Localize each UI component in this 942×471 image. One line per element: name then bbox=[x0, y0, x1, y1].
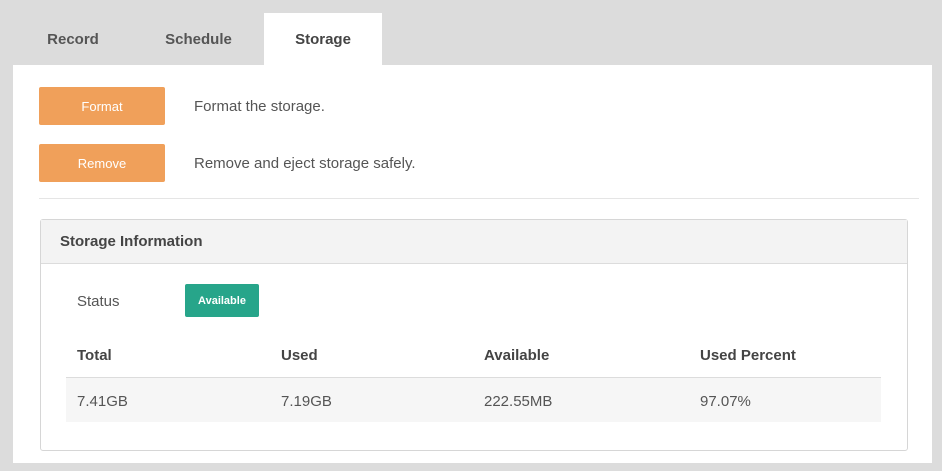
cell-used: 7.19GB bbox=[281, 393, 332, 410]
status-badge: Available bbox=[185, 284, 259, 317]
divider bbox=[39, 198, 919, 199]
cell-available: 222.55MB bbox=[484, 393, 553, 410]
settings-frame: Record Schedule Storage Format Format th… bbox=[0, 0, 942, 471]
cell-total: 7.41GB bbox=[77, 393, 128, 410]
storage-information-box: Storage Information Status Available Tot… bbox=[40, 219, 908, 451]
table-row: 7.41GB 7.19GB 222.55MB 97.07% bbox=[66, 377, 881, 422]
storage-information-title: Storage Information bbox=[41, 220, 907, 264]
status-label: Status bbox=[77, 293, 120, 310]
column-header-used: Used bbox=[281, 347, 318, 364]
remove-description: Remove and eject storage safely. bbox=[194, 155, 416, 172]
tab-bar: Record Schedule Storage bbox=[13, 13, 932, 65]
tab-storage[interactable]: Storage bbox=[264, 13, 382, 65]
column-header-used-percent: Used Percent bbox=[700, 347, 796, 364]
storage-panel: Format Format the storage. Remove Remove… bbox=[13, 65, 932, 463]
tab-record[interactable]: Record bbox=[13, 13, 133, 65]
cell-used-percent: 97.07% bbox=[700, 393, 751, 410]
column-header-total: Total bbox=[77, 347, 112, 364]
column-header-available: Available bbox=[484, 347, 550, 364]
tab-schedule[interactable]: Schedule bbox=[133, 13, 264, 65]
format-button[interactable]: Format bbox=[39, 87, 165, 125]
remove-button[interactable]: Remove bbox=[39, 144, 165, 182]
format-description: Format the storage. bbox=[194, 98, 325, 115]
